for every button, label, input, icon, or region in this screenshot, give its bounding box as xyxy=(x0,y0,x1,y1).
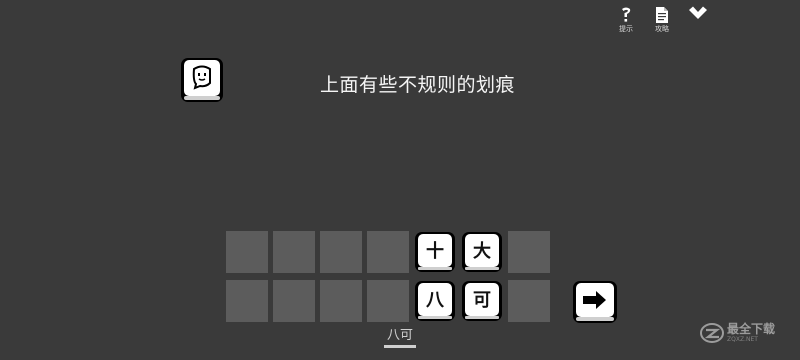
next-button[interactable] xyxy=(572,280,618,324)
key-character: 十 xyxy=(426,241,444,262)
ghost-hint-tile[interactable] xyxy=(178,57,226,105)
key-character: 八 xyxy=(426,290,444,311)
hint-label: 提示 xyxy=(619,25,633,33)
board-slot[interactable]: 可 xyxy=(461,280,503,322)
strategy-label: 攻略 xyxy=(655,25,669,33)
answer-display: 八可 xyxy=(384,328,416,348)
board-slot[interactable] xyxy=(226,231,268,273)
board-slot[interactable] xyxy=(508,231,550,273)
arrow-right-icon xyxy=(573,281,617,323)
board-slot[interactable] xyxy=(508,280,550,322)
board-slot[interactable]: 十 xyxy=(414,231,456,273)
board-slot[interactable] xyxy=(273,231,315,273)
board-slot[interactable] xyxy=(367,231,409,273)
board-slot[interactable] xyxy=(320,231,362,273)
answer-underline xyxy=(384,345,416,348)
collapse-button[interactable] xyxy=(686,6,710,22)
key-character: 可 xyxy=(473,290,491,311)
chevron-down-icon xyxy=(689,6,707,19)
board-slot[interactable]: 八 xyxy=(414,280,456,322)
key-character: 大 xyxy=(473,241,491,262)
board-slot[interactable] xyxy=(320,280,362,322)
ghost-icon xyxy=(181,58,223,102)
watermark-text: 最全下载 xyxy=(727,322,776,336)
character-key[interactable]: 大 xyxy=(461,231,503,273)
question-mark-icon xyxy=(622,7,631,22)
puzzle-text: 上面有些不规则的划痕 xyxy=(320,74,516,96)
character-key[interactable]: 可 xyxy=(461,280,503,322)
watermark: 最全下载 ZQXZ.NET xyxy=(700,322,775,344)
watermark-subtext: ZQXZ.NET xyxy=(727,336,758,343)
document-icon xyxy=(656,7,668,23)
board-slot[interactable] xyxy=(273,280,315,322)
character-key[interactable]: 十 xyxy=(414,231,456,273)
board-slot[interactable] xyxy=(226,280,268,322)
top-toolbar: 提示 攻略 xyxy=(614,6,710,33)
letter-board: 十 大 八 可 xyxy=(226,231,550,322)
watermark-logo-icon xyxy=(700,323,724,343)
hint-button[interactable]: 提示 xyxy=(614,6,638,33)
character-key[interactable]: 八 xyxy=(414,280,456,322)
board-slot[interactable] xyxy=(367,280,409,322)
board-slot[interactable]: 大 xyxy=(461,231,503,273)
answer-text: 八可 xyxy=(386,328,413,343)
strategy-button[interactable]: 攻略 xyxy=(650,6,674,33)
